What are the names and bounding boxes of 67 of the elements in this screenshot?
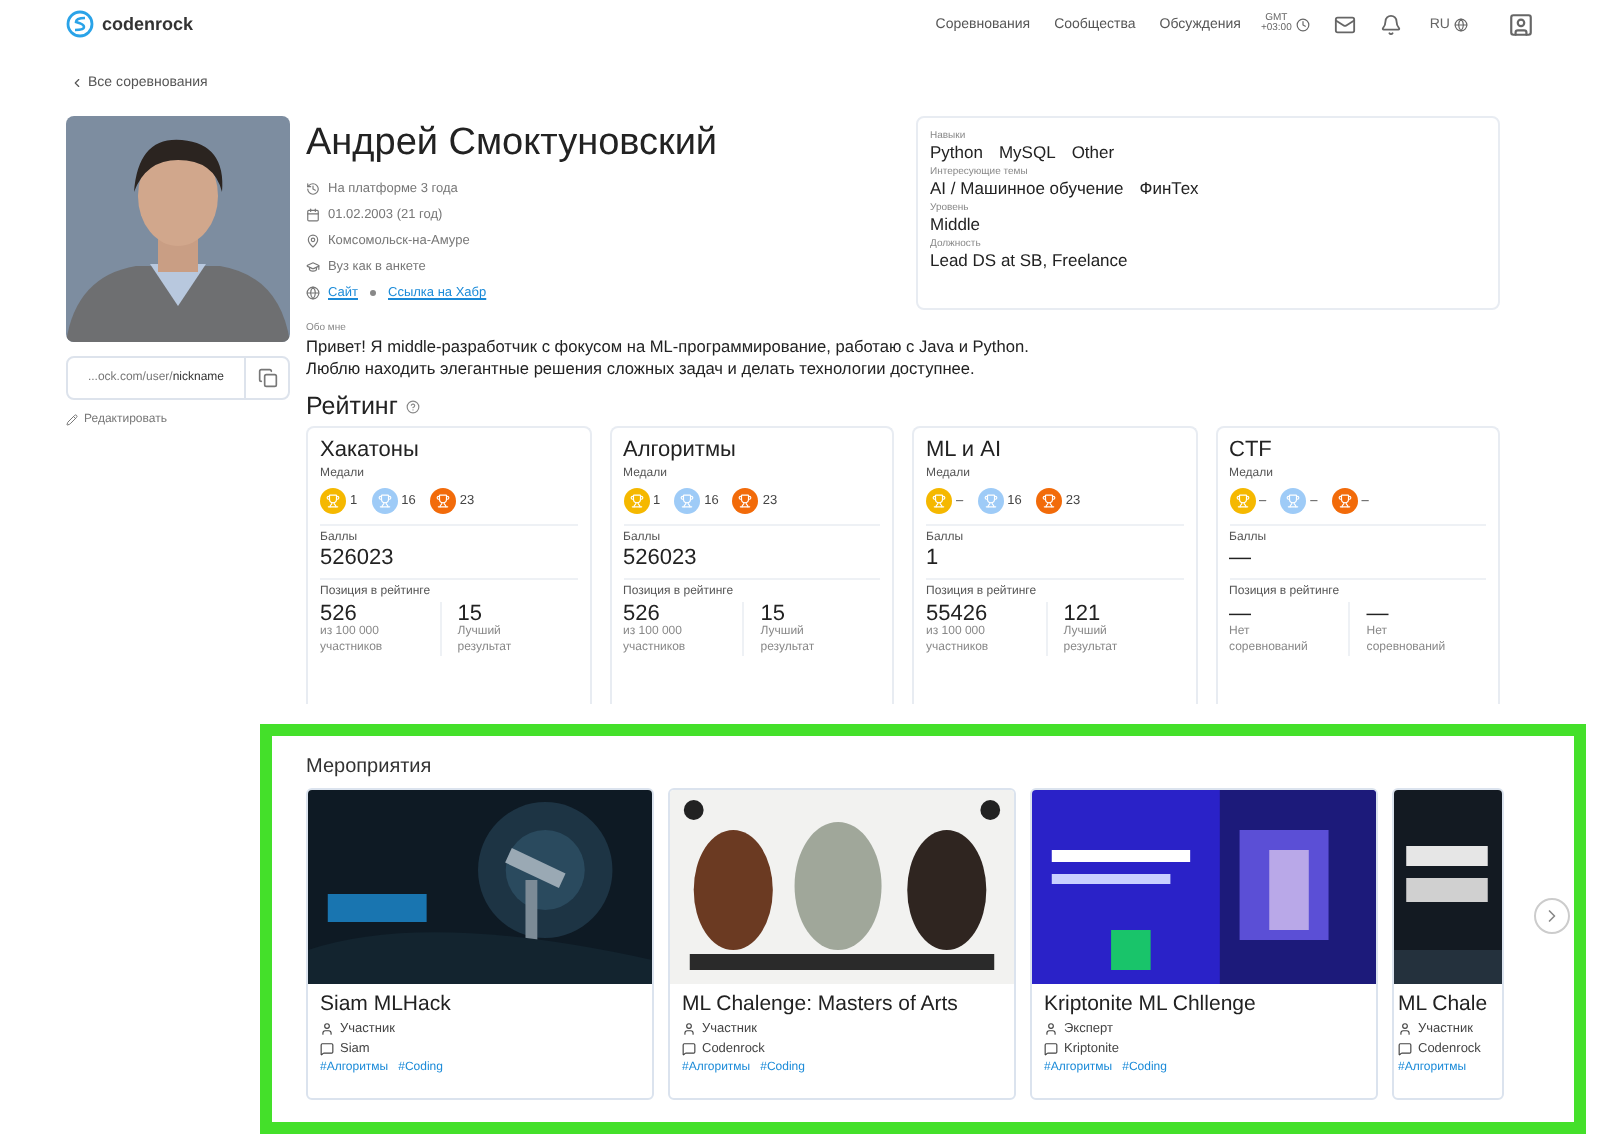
rating-title: Рейтинг xyxy=(306,392,398,420)
chat-icon xyxy=(1044,1042,1058,1056)
user-name: Андрей Смоктуновский xyxy=(306,122,718,166)
medal-icon xyxy=(674,488,701,514)
points-value: 1 xyxy=(926,546,941,570)
copy-icon xyxy=(257,368,277,388)
best-value: 15 xyxy=(457,602,482,626)
medal-icon xyxy=(1331,488,1358,514)
help-icon[interactable] xyxy=(405,399,420,413)
city-icon xyxy=(306,234,320,248)
person-icon xyxy=(1398,1022,1412,1036)
position-value: 526 xyxy=(623,602,662,626)
profile-icon[interactable] xyxy=(1508,11,1534,37)
about-text: Привет! Я middle-разработчик с фокусом на ML-программирование, работаю с Java и Python. Люблю находить элегантные решения сложных задач и делать технологии доступнее. xyxy=(306,336,1031,380)
position-value: 55426 xyxy=(926,602,990,626)
person-icon xyxy=(1044,1022,1058,1036)
details-value: ФинТех xyxy=(1139,178,1199,198)
card-title: ML и AI xyxy=(926,438,1004,462)
person-icon xyxy=(682,1022,696,1036)
birthday-icon xyxy=(306,208,320,222)
medal-icon xyxy=(977,488,1004,514)
best-value: 121 xyxy=(1063,602,1101,626)
card-title: CTF xyxy=(1229,438,1274,462)
chat-icon xyxy=(1398,1042,1412,1056)
medal-icon xyxy=(732,488,759,514)
event-title: Siam MLHack xyxy=(320,992,453,1016)
event-title: ML Chale xyxy=(1398,992,1490,1016)
points-value: 526023 xyxy=(623,546,699,570)
chat-icon xyxy=(682,1042,696,1056)
best-value: 15 xyxy=(760,602,785,626)
card-title: Хакатоны xyxy=(320,438,421,462)
details-value: AI / Машинное обучение xyxy=(930,178,1124,198)
points-value: — xyxy=(1229,546,1253,570)
logo-icon xyxy=(66,10,94,38)
logo-text[interactable]: codenrock xyxy=(102,14,194,34)
event-title: Kriptonite ML Chllenge xyxy=(1044,992,1258,1016)
event-title: ML Chalenge: Masters of Arts xyxy=(682,992,960,1016)
chevron-left-icon xyxy=(70,76,84,90)
chat-icon xyxy=(320,1042,334,1056)
globe-icon xyxy=(306,286,320,300)
university-icon xyxy=(306,260,320,274)
details-value: Python xyxy=(930,142,983,162)
details-value: Middle xyxy=(930,214,981,234)
position-value: 526 xyxy=(320,602,359,626)
pencil-icon xyxy=(66,414,78,426)
points-value: 526023 xyxy=(320,546,396,570)
mail-icon[interactable] xyxy=(1333,13,1356,35)
medal-icon xyxy=(371,488,398,514)
clock-icon[interactable] xyxy=(1295,17,1310,31)
position-value: — xyxy=(1229,602,1253,626)
medal-icon xyxy=(429,488,456,514)
person-icon xyxy=(320,1022,334,1036)
platform-icon xyxy=(306,182,320,196)
medal-icon xyxy=(1280,488,1307,514)
medal-icon xyxy=(1035,488,1062,514)
card-title: Алгоритмы xyxy=(623,438,738,462)
details-value: MySQL xyxy=(998,142,1056,162)
best-value: — xyxy=(1366,602,1391,626)
medal-icon xyxy=(320,488,346,514)
events-title: Мероприятия xyxy=(306,756,434,778)
bell-icon[interactable] xyxy=(1379,13,1402,35)
details-value: Other xyxy=(1071,142,1115,162)
details-value: Lead DS at SB, Freelance xyxy=(930,250,1128,270)
medal-icon xyxy=(1229,488,1255,514)
medal-icon xyxy=(926,488,952,514)
medal-icon xyxy=(623,488,649,514)
globe-icon[interactable] xyxy=(1454,17,1468,31)
